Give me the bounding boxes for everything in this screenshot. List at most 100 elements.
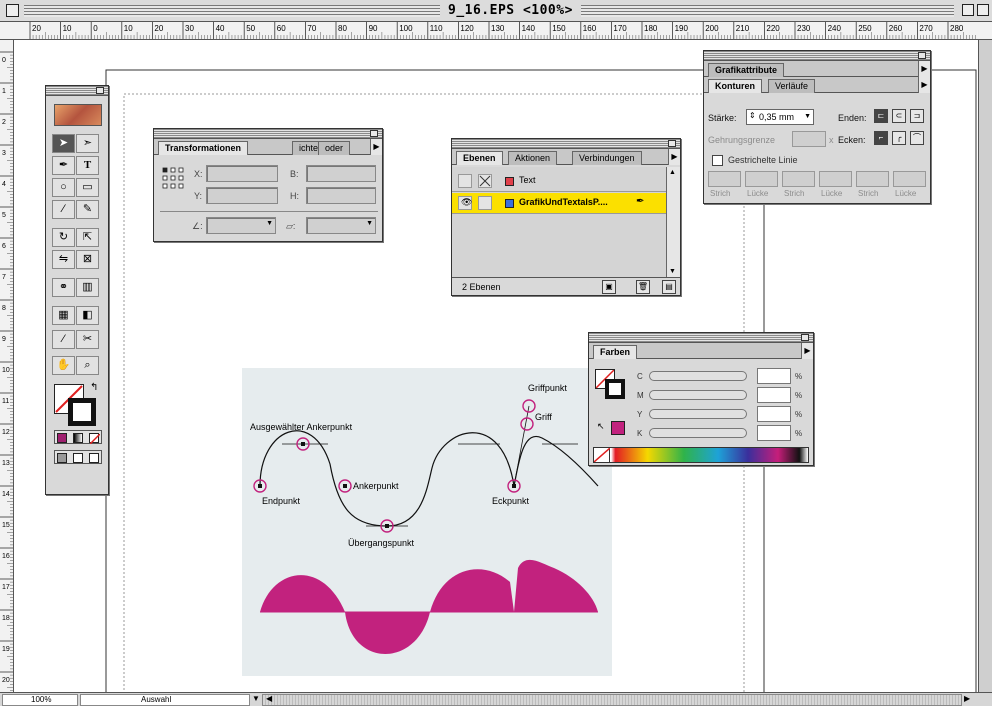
color-palette[interactable]: Farben ▶ ↖ C% M% Y% K%: [588, 332, 814, 466]
pencil-tool-icon[interactable]: ✎: [76, 200, 99, 219]
chevron-down-icon[interactable]: ▼: [804, 113, 811, 120]
fullscreen-icon[interactable]: [89, 453, 99, 463]
reflect-tool-icon[interactable]: ⇋: [52, 250, 75, 269]
chevron-down-icon[interactable]: ▼: [266, 220, 273, 227]
shear-field[interactable]: ▼: [306, 217, 376, 234]
tab-gradients[interactable]: Verläufe: [768, 79, 816, 93]
horizontal-ruler[interactable]: 20 10 0 10 20 30 40 50 60 70 80 90 100 110 120 130 140 15…: [12, 22, 992, 40]
channel-value-field[interactable]: [757, 368, 791, 384]
channel-slider[interactable]: [649, 428, 747, 438]
rotate-tool-icon[interactable]: ↻: [52, 228, 75, 247]
dash-field[interactable]: [745, 171, 778, 187]
mesh-tool-icon[interactable]: ▦: [52, 306, 75, 325]
brush-tool-icon[interactable]: ∕: [52, 200, 75, 219]
width-field[interactable]: [306, 165, 376, 182]
color-spectrum-bar[interactable]: [593, 447, 809, 463]
tab-actions[interactable]: Aktionen: [508, 151, 558, 165]
scroll-up-icon[interactable]: ▲: [669, 169, 676, 176]
y-field[interactable]: [206, 187, 278, 204]
channel-value-field[interactable]: [757, 425, 791, 441]
tab-links[interactable]: Verbindungen: [572, 151, 642, 165]
eyedropper-tool-icon[interactable]: ⁄: [52, 330, 75, 349]
square-cap-icon[interactable]: ⊐: [910, 109, 924, 123]
window-collapse-box[interactable]: [977, 4, 989, 16]
layer-row-selected[interactable]: 👁 GrafikUndTextalsP.... ✒: [452, 193, 668, 214]
round-cap-icon[interactable]: ⊂: [892, 109, 906, 123]
free-transform-tool-icon[interactable]: ⊠: [76, 250, 99, 269]
transform-palette[interactable]: ichten oder Transformationen ▶ X: Y: B: …: [153, 128, 383, 242]
eye-icon[interactable]: 👁: [458, 196, 472, 210]
ellipse-tool-icon[interactable]: ○: [52, 178, 75, 197]
scroll-right-icon[interactable]: ▶: [964, 694, 970, 703]
new-layer-icon[interactable]: ▤: [662, 280, 676, 294]
toolbox-palette[interactable]: ➤ ➣ ✒ T ○ ▭ ∕ ✎ ↻ ⇱ ⇋ ⊠ ⚭ ▥ ▦ ◧ ⁄ ✂ ✋ ⌕ …: [45, 85, 109, 495]
layers-menu-arrow-icon[interactable]: ▶: [668, 149, 680, 165]
rectangle-tool-icon[interactable]: ▭: [76, 178, 99, 197]
tab-stroke[interactable]: Konturen: [708, 79, 762, 93]
vertical-scrollbar[interactable]: [978, 40, 992, 692]
channel-slider[interactable]: [649, 390, 747, 400]
miter-join-icon[interactable]: ⌐: [874, 131, 888, 145]
status-dropdown-icon[interactable]: ▼: [252, 694, 260, 703]
standard-screen-icon[interactable]: [57, 453, 67, 463]
dash-field[interactable]: [819, 171, 852, 187]
channel-value-field[interactable]: [757, 387, 791, 403]
x-field[interactable]: [206, 165, 278, 182]
hand-tool-icon[interactable]: ✋: [52, 356, 75, 375]
miter-field[interactable]: [792, 131, 826, 147]
layers-close-box[interactable]: [668, 140, 676, 147]
color-mode-icon[interactable]: [57, 433, 67, 443]
scale-tool-icon[interactable]: ⇱: [76, 228, 99, 247]
channel-value-field[interactable]: [757, 406, 791, 422]
lock-toggle[interactable]: [478, 196, 492, 210]
gradient-mode-icon[interactable]: [73, 433, 83, 443]
window-close-box[interactable]: [6, 4, 19, 17]
lock-toggle[interactable]: [478, 174, 492, 188]
color-mode-buttons[interactable]: [54, 430, 102, 444]
tab-transform[interactable]: Transformationen: [158, 141, 249, 155]
height-field[interactable]: [306, 187, 376, 204]
dash-field[interactable]: [708, 171, 741, 187]
window-titlebar[interactable]: 9_16.EPS <100%>: [0, 0, 992, 22]
fullscreen-menu-icon[interactable]: [73, 453, 83, 463]
horizontal-scrollbar[interactable]: [262, 694, 962, 706]
attributes-menu-arrow-icon[interactable]: ▶: [918, 61, 930, 77]
layers-palette[interactable]: Verbindungen Aktionen Ebenen ▶ Text 👁 Gr…: [451, 138, 681, 296]
color-menu-arrow-icon[interactable]: ▶: [801, 343, 813, 359]
graph-tool-icon[interactable]: ▥: [76, 278, 99, 297]
dash-field[interactable]: [893, 171, 926, 187]
pen-tool-icon[interactable]: ✒: [52, 156, 75, 175]
zoom-level-field[interactable]: 100%: [2, 694, 78, 706]
tab-color[interactable]: Farben: [593, 345, 638, 359]
weight-field[interactable]: ⇕ 0,35 mm ▼: [746, 109, 814, 125]
dash-field[interactable]: [856, 171, 889, 187]
layer-row-text[interactable]: Text: [452, 171, 668, 192]
scroll-down-icon[interactable]: ▼: [669, 268, 676, 275]
stroke-swatch[interactable]: [68, 398, 96, 426]
zoom-tool-icon[interactable]: ⌕: [76, 356, 99, 375]
color-palette-titlebar[interactable]: [589, 333, 813, 343]
scroll-left-icon[interactable]: ◀: [266, 694, 272, 703]
color-close-box[interactable]: [801, 334, 809, 341]
channel-slider[interactable]: [649, 371, 747, 381]
layers-palette-titlebar[interactable]: [452, 139, 680, 149]
window-zoom-box[interactable]: [962, 4, 974, 16]
transform-close-box[interactable]: [370, 130, 378, 137]
type-tool-icon[interactable]: T: [76, 156, 99, 175]
screen-mode-buttons[interactable]: [54, 450, 102, 464]
swap-colors-icon[interactable]: ↰: [90, 382, 98, 393]
rotate-field[interactable]: ▼: [206, 217, 276, 234]
tab-pathfinder-2[interactable]: oder: [318, 141, 351, 155]
bezier-illustration[interactable]: Ausgewählter Ankerpunkt Endpunkt Ankerpu…: [242, 368, 612, 676]
direct-selection-tool-icon[interactable]: ➣: [76, 134, 99, 153]
stroke-menu-arrow-icon[interactable]: ▶: [918, 77, 930, 93]
tab-layers[interactable]: Ebenen: [456, 151, 503, 165]
last-color-swatch[interactable]: [611, 421, 625, 435]
stroke-close-box[interactable]: [918, 52, 926, 59]
selection-tool-icon[interactable]: ➤: [52, 134, 75, 153]
tab-attributes[interactable]: Grafikattribute: [708, 63, 785, 77]
transform-palette-titlebar[interactable]: [154, 129, 382, 139]
transform-menu-arrow-icon[interactable]: ▶: [370, 139, 382, 155]
toolbox-titlebar[interactable]: [46, 86, 108, 96]
toolbox-close-box[interactable]: [96, 87, 104, 94]
